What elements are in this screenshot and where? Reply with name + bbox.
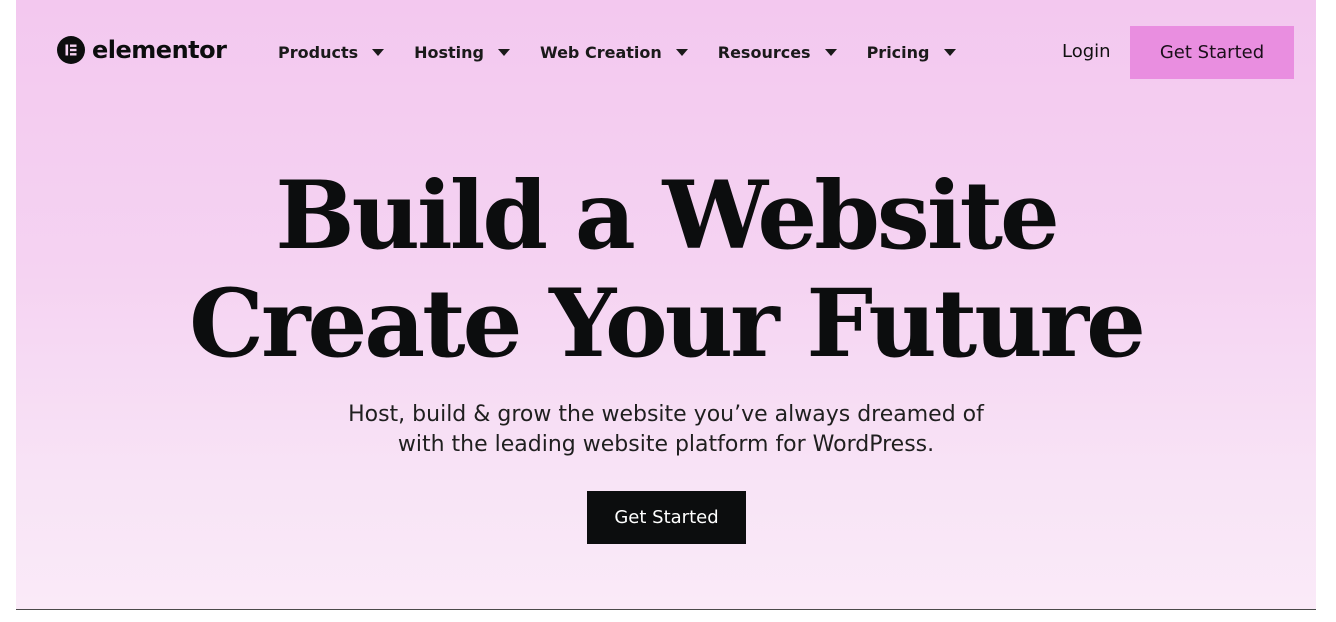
- hero-title: Build a Website Create Your Future: [16, 162, 1316, 378]
- nav-item-products[interactable]: Products: [278, 40, 385, 64]
- chevron-down-icon: [675, 48, 688, 56]
- hero-subtitle: Host, build & grow the website you’ve al…: [16, 400, 1316, 460]
- login-link[interactable]: Login: [1062, 40, 1111, 64]
- elementor-logo-icon: [57, 36, 85, 64]
- hero-subtitle-line-1: Host, build & grow the website you’ve al…: [348, 402, 984, 427]
- nav-item-label: Products: [278, 42, 359, 62]
- main-nav: Products Hosting Web Creation Resources …: [278, 40, 956, 64]
- nav-item-hosting[interactable]: Hosting: [414, 40, 510, 64]
- hero-get-started-button[interactable]: Get Started: [587, 491, 746, 544]
- header-get-started-button[interactable]: Get Started: [1130, 26, 1294, 79]
- page-frame: elementor Products Hosting Web Creation …: [16, 0, 1316, 610]
- hero-subtitle-line-2: with the leading website platform for Wo…: [397, 432, 935, 457]
- chevron-down-icon: [824, 48, 837, 56]
- nav-item-label: Resources: [717, 42, 811, 62]
- nav-item-pricing[interactable]: Pricing: [867, 40, 956, 64]
- chevron-down-icon: [372, 48, 385, 56]
- nav-item-resources[interactable]: Resources: [718, 40, 837, 64]
- hero-title-line-2: Create Your Future: [189, 269, 1146, 379]
- nav-item-label: Web Creation: [540, 42, 662, 62]
- nav-item-web-creation[interactable]: Web Creation: [540, 40, 688, 64]
- brand-name: elementor: [92, 36, 227, 64]
- elementor-logo[interactable]: elementor: [57, 36, 227, 64]
- chevron-down-icon: [498, 48, 510, 56]
- chevron-down-icon: [943, 48, 956, 56]
- nav-item-label: Pricing: [866, 42, 930, 62]
- site-header: elementor Products Hosting Web Creation …: [16, 0, 1316, 104]
- nav-item-label: Hosting: [414, 42, 484, 62]
- hero-title-line-1: Build a Website: [275, 161, 1060, 271]
